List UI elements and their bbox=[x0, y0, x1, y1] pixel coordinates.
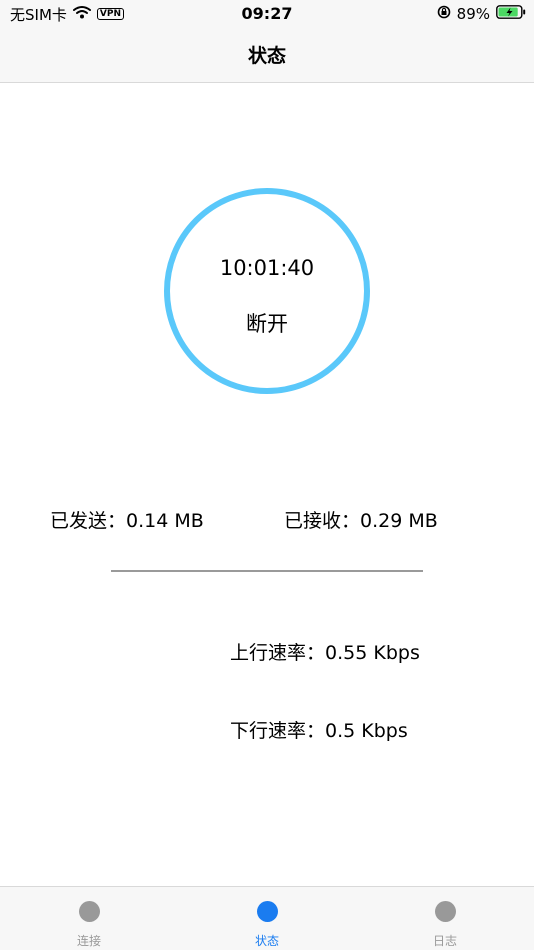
log-tab-icon bbox=[435, 901, 456, 922]
connection-status-label: 断开 bbox=[246, 312, 288, 336]
connect-tab-icon bbox=[79, 901, 100, 922]
upload-speed: 上行速率：0.55 Kbps bbox=[230, 638, 420, 665]
bytes-received-value: 0.29 MB bbox=[360, 510, 438, 532]
bytes-received: 已接收：0.29 MB bbox=[284, 506, 438, 533]
tab-status-label: 状态 bbox=[254, 934, 279, 948]
bytes-sent-label: 已发送： bbox=[50, 510, 127, 532]
bytes-received-label: 已接收： bbox=[284, 510, 361, 532]
tab-connect-label: 连接 bbox=[76, 934, 101, 948]
tab-status[interactable]: 状态 bbox=[207, 887, 327, 950]
download-speed-label: 下行速率： bbox=[230, 720, 326, 742]
page-title: 状态 bbox=[247, 45, 286, 67]
status-bar: 无SIM卡 VPN 09:27 89% bbox=[0, 0, 534, 28]
upload-speed-label: 上行速率： bbox=[230, 642, 326, 664]
download-speed-value: 0.5 Kbps bbox=[325, 720, 408, 742]
orientation-lock-icon bbox=[437, 5, 451, 23]
stats-divider bbox=[111, 570, 423, 572]
tab-bar: 连接 状态 日志 bbox=[0, 886, 534, 950]
status-bar-right: 89% bbox=[437, 4, 526, 24]
upload-speed-value: 0.55 Kbps bbox=[325, 642, 420, 664]
tab-log[interactable]: 日志 bbox=[385, 887, 505, 950]
elapsed-time: 10:01:40 bbox=[219, 256, 315, 280]
tab-log-label: 日志 bbox=[432, 934, 457, 948]
bytes-sent-value: 0.14 MB bbox=[126, 510, 204, 532]
battery-percent: 89% bbox=[456, 5, 490, 23]
connection-timer-ring: 10:01:40 断开 bbox=[164, 188, 370, 394]
tab-connect[interactable]: 连接 bbox=[29, 887, 149, 950]
battery-icon bbox=[496, 5, 526, 23]
bytes-sent: 已发送：0.14 MB bbox=[50, 506, 204, 533]
status-tab-icon bbox=[257, 901, 278, 922]
download-speed: 下行速率：0.5 Kbps bbox=[230, 716, 408, 743]
navigation-bar: 状态 bbox=[0, 28, 534, 83]
